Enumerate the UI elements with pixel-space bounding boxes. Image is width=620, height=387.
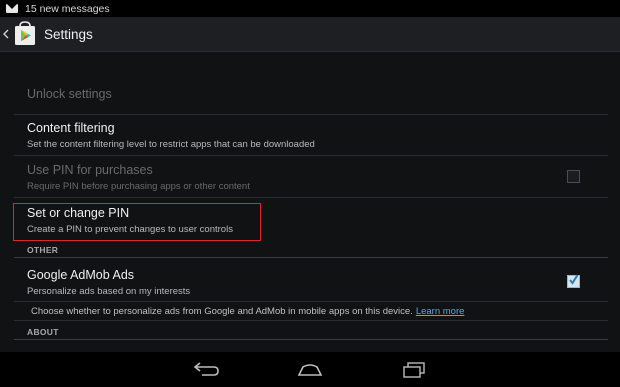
recents-nav-icon[interactable]	[400, 360, 428, 380]
divider	[14, 320, 608, 321]
content-filtering-item[interactable]: Content filtering Set the content filter…	[27, 121, 315, 150]
back-nav-icon[interactable]	[192, 360, 220, 380]
content-filtering-title: Content filtering	[27, 121, 115, 135]
highlight-box	[13, 203, 261, 241]
use-pin-subtitle: Require PIN before purchasing apps or ot…	[27, 181, 250, 192]
other-section-header: OTHER	[27, 245, 59, 255]
section-divider	[14, 257, 608, 258]
admob-title: Google AdMob Ads	[27, 268, 135, 282]
use-pin-purchases-item: Use PIN for purchases Require PIN before…	[27, 163, 250, 192]
status-bar: 15 new messages	[0, 0, 620, 17]
navigation-bar	[0, 352, 620, 387]
content-filtering-subtitle: Set the content filtering level to restr…	[27, 139, 315, 150]
play-store-icon[interactable]	[12, 21, 38, 47]
about-section-header: ABOUT	[27, 327, 59, 337]
page-title: Settings	[44, 26, 93, 42]
ads-info-description: Choose whether to personalize ads from G…	[31, 306, 413, 317]
divider	[14, 114, 608, 115]
notification-text: 15 new messages	[25, 2, 110, 15]
admob-checkbox[interactable]	[567, 274, 580, 288]
unlock-settings-item: Unlock settings	[27, 87, 112, 101]
mail-icon	[6, 4, 18, 13]
home-nav-icon[interactable]	[296, 360, 324, 380]
learn-more-link[interactable]: Learn more	[416, 306, 465, 317]
divider	[14, 155, 608, 156]
unlock-settings-label: Unlock settings	[27, 87, 112, 101]
admob-ads-item[interactable]: Google AdMob Ads Personalize ads based o…	[27, 268, 190, 297]
use-pin-checkbox	[567, 170, 580, 183]
action-bar: Settings	[0, 17, 620, 52]
divider	[14, 301, 608, 302]
settings-list: Unlock settings Content filtering Set th…	[0, 52, 620, 352]
checkmark-icon	[569, 274, 578, 285]
back-icon[interactable]	[3, 25, 11, 43]
admob-subtitle: Personalize ads based on my interests	[27, 286, 191, 297]
ads-info-text: Choose whether to personalize ads from G…	[31, 306, 464, 317]
section-divider	[14, 339, 608, 340]
use-pin-title: Use PIN for purchases	[27, 163, 153, 177]
divider	[14, 197, 608, 198]
